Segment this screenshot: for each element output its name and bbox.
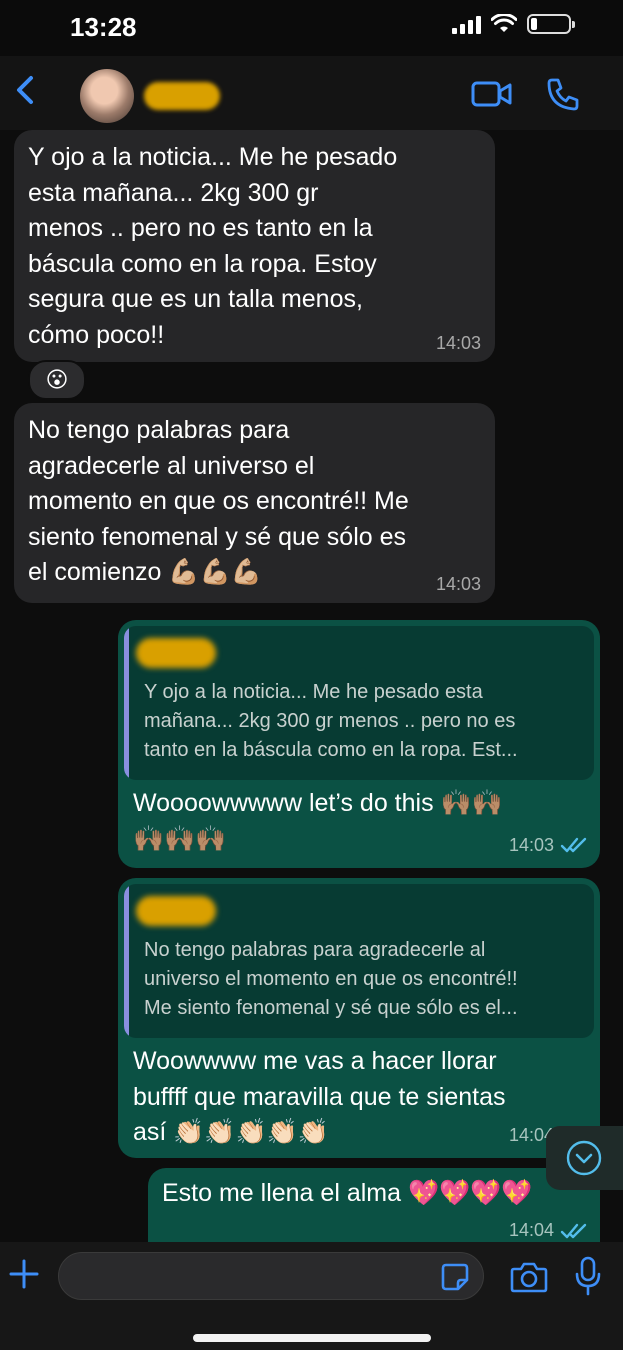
message-text: Woowwww me vas a hacer llorar buffff que… bbox=[133, 1047, 506, 1146]
home-indicator[interactable] bbox=[193, 1334, 431, 1342]
chevron-down-icon bbox=[566, 1140, 602, 1176]
double-check-icon bbox=[560, 1223, 587, 1239]
wifi-icon bbox=[491, 14, 517, 32]
message-text: No tengo palabras para agradecerle al un… bbox=[28, 416, 409, 586]
contact-name-redacted[interactable] bbox=[144, 82, 220, 110]
quote-text: Y ojo a la noticia... Me he pesado esta … bbox=[144, 681, 518, 761]
message-text: Woooowwwww let’s do this 🙌🏽🙌🏽 🙌🏽🙌🏽🙌🏽 bbox=[133, 789, 503, 853]
status-bar: 13:28 bbox=[0, 0, 623, 56]
status-time: 13:28 bbox=[70, 12, 137, 42]
message-time: 14:03 bbox=[435, 574, 481, 594]
message-text: Y ojo a la noticia... Me he pesado esta … bbox=[28, 143, 398, 349]
message-input[interactable] bbox=[58, 1252, 484, 1300]
camera-icon[interactable] bbox=[510, 1260, 548, 1294]
quoted-message[interactable]: Y ojo a la noticia... Me he pesado esta … bbox=[124, 626, 594, 780]
plus-icon[interactable] bbox=[8, 1258, 40, 1290]
message-time: 14:04 bbox=[508, 1220, 554, 1240]
quote-author-redacted bbox=[136, 896, 216, 926]
video-call-icon[interactable] bbox=[470, 78, 514, 110]
message-reaction[interactable]: 😮 bbox=[28, 360, 86, 400]
outgoing-message[interactable]: No tengo palabras para agradecerle al un… bbox=[118, 878, 600, 1158]
incoming-message[interactable]: No tengo palabras para agradecerle al un… bbox=[14, 403, 495, 603]
signal-icon bbox=[452, 14, 481, 34]
phone-icon[interactable] bbox=[545, 76, 581, 112]
quote-bar bbox=[124, 884, 129, 1038]
battery-icon bbox=[527, 14, 575, 34]
quote-author-redacted bbox=[136, 638, 216, 668]
message-text: Esto me llena el alma 💖💖💖💖 bbox=[162, 1179, 533, 1207]
outgoing-message[interactable]: Esto me llena el alma 💖💖💖💖 14:04 bbox=[148, 1168, 600, 1242]
message-time: 14:03 bbox=[508, 835, 554, 855]
message-time: 14:03 bbox=[435, 333, 481, 353]
double-check-icon bbox=[560, 837, 587, 853]
mic-icon[interactable] bbox=[574, 1256, 602, 1296]
status-icons bbox=[452, 14, 575, 34]
quote-text: No tengo palabras para agradecerle al un… bbox=[144, 939, 518, 1019]
incoming-message[interactable]: Y ojo a la noticia... Me he pesado esta … bbox=[14, 130, 495, 362]
reaction-emoji: 😮 bbox=[45, 367, 69, 393]
quote-bar bbox=[124, 626, 129, 780]
composer-bar bbox=[0, 1242, 623, 1350]
outgoing-message[interactable]: Y ojo a la noticia... Me he pesado esta … bbox=[118, 620, 600, 868]
chat-area[interactable]: Y ojo a la noticia... Me he pesado esta … bbox=[0, 130, 623, 1242]
back-icon[interactable] bbox=[6, 70, 46, 110]
avatar[interactable] bbox=[80, 69, 134, 123]
quoted-message[interactable]: No tengo palabras para agradecerle al un… bbox=[124, 884, 594, 1038]
scroll-to-bottom-button[interactable] bbox=[546, 1126, 623, 1190]
sticker-icon[interactable] bbox=[440, 1262, 470, 1292]
chat-header bbox=[0, 56, 623, 130]
